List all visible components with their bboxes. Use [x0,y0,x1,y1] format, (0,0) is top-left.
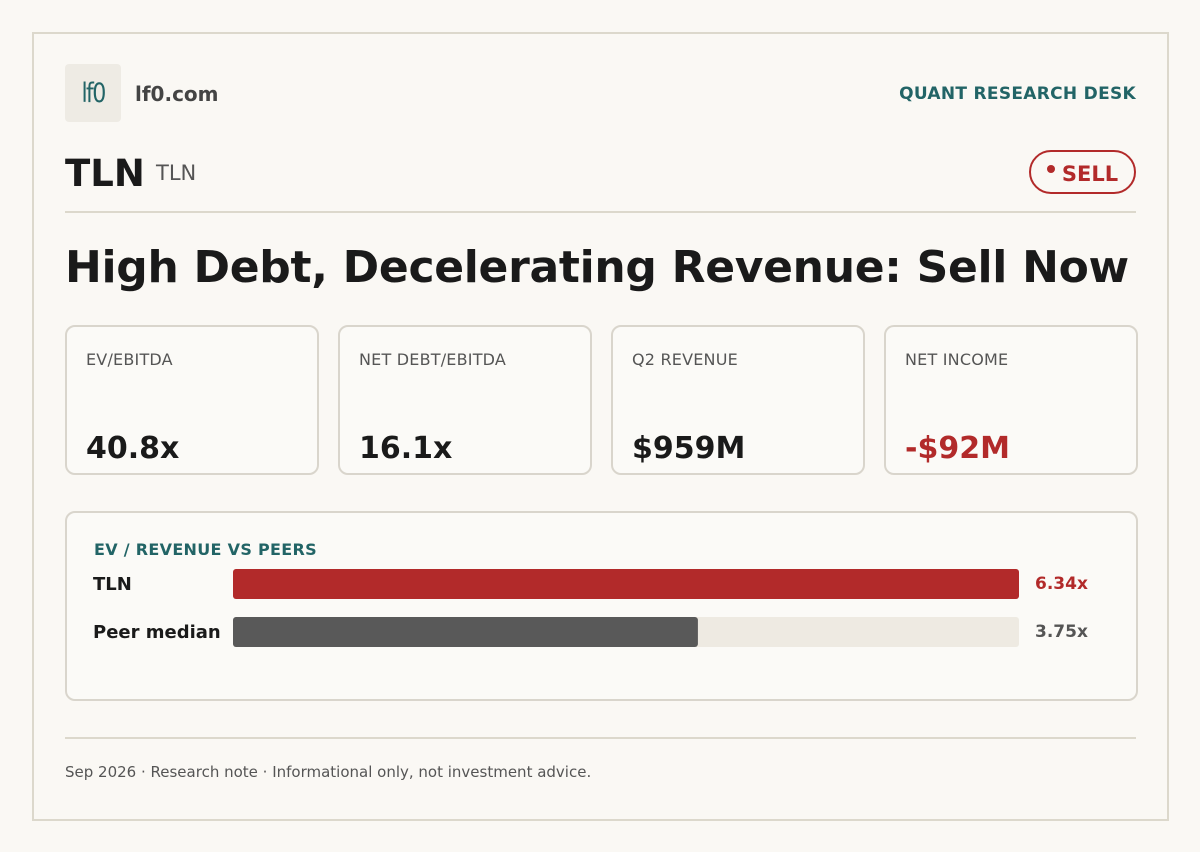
bar-value-label: 3.75x [1035,622,1088,642]
chart-panel: EV / REVENUE VS PEERS TLN 6.34x Peer media… [65,511,1138,701]
research-card: lf0 lf0.com QUANT RESEARCH DESK TLN TLN … [32,32,1169,821]
rating-badge: SELL [1029,150,1136,194]
desk-label: QUANT RESEARCH DESK [899,84,1136,104]
header: lf0 lf0.com QUANT RESEARCH DESK [65,64,1136,124]
footer-note: Sep 2026 · Research note · Informational… [65,763,592,781]
metric-label: EV/EBITDA [86,350,173,369]
metric-value: -$92M [905,431,1010,466]
metric-card-ev-ebitda: EV/EBITDA 40.8x [65,325,319,475]
logo: lf0 [65,64,121,122]
bar-category-label: Peer median [93,622,221,643]
metric-card-net-income: NET INCOME -$92M [884,325,1138,475]
site-name: lf0.com [135,82,219,106]
divider [65,211,1136,213]
bar [233,569,1019,599]
metrics-row: EV/EBITDA 40.8x NET DEBT/EBITDA 16.1x Q2… [65,325,1138,475]
metric-label: Q2 REVENUE [632,350,738,369]
metric-value: $959M [632,431,746,466]
metric-value: 16.1x [359,431,453,466]
bar [233,617,698,647]
ticker-row: TLN TLN SELL [65,150,1136,214]
metric-value: 40.8x [86,431,180,466]
headline: High Debt, Decelerating Revenue: Sell No… [65,242,1129,293]
divider [65,737,1136,739]
rating-label: SELL [1061,161,1119,186]
ticker-subtitle: TLN [156,161,197,185]
metric-card-net-debt-ebitda: NET DEBT/EBITDA 16.1x [338,325,592,475]
bar-chart: TLN 6.34x Peer median 3.75x [93,569,1088,647]
metric-label: NET DEBT/EBITDA [359,350,507,369]
logo-mark: lf0 [81,77,106,109]
metric-label: NET INCOME [905,350,1009,369]
rating-dot-icon [1046,164,1055,173]
bar-value-label: 6.34x [1035,574,1088,594]
ticker-symbol: TLN [65,152,145,195]
bar-category-label: TLN [93,574,132,595]
metric-card-q2-revenue: Q2 REVENUE $959M [611,325,865,475]
